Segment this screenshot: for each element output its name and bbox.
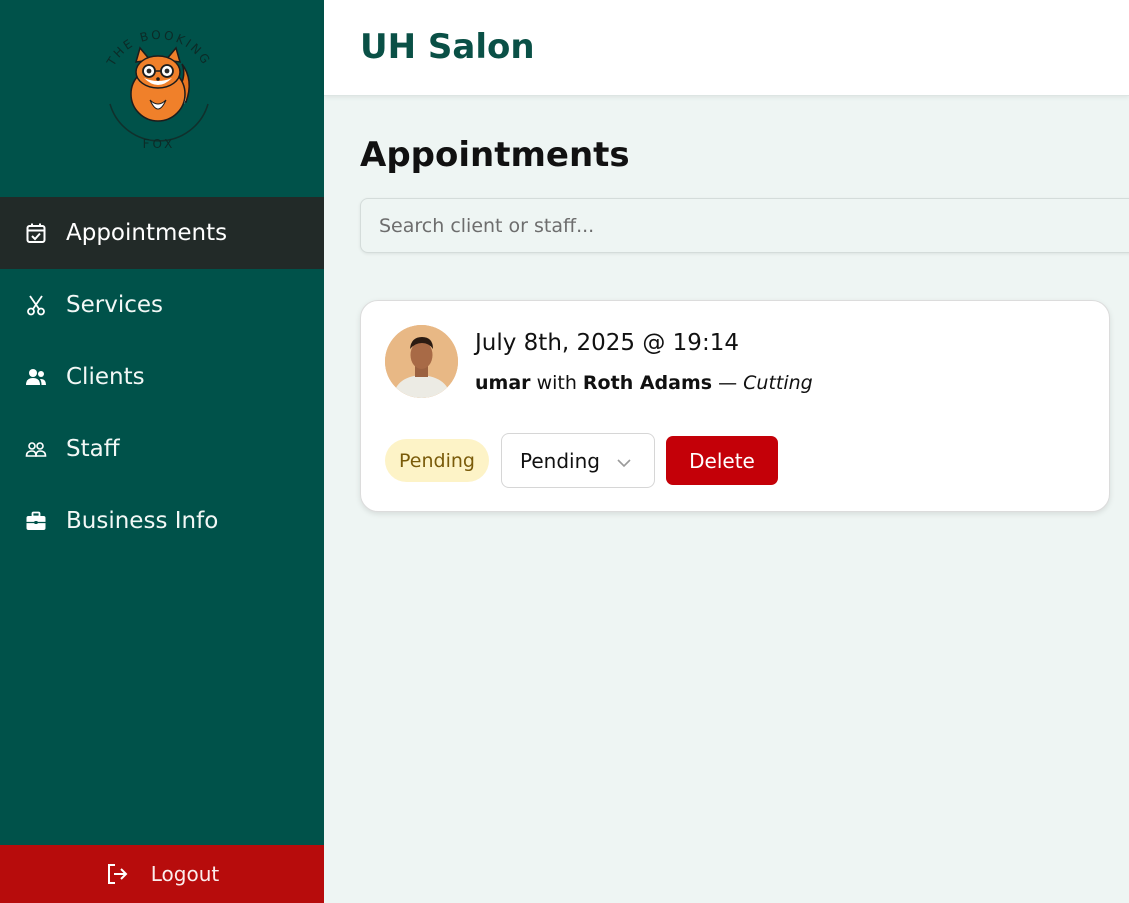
- separator: —: [718, 372, 738, 394]
- service-name: Cutting: [743, 372, 813, 394]
- client-name: umar: [475, 372, 531, 394]
- sidebar-item-services[interactable]: Services: [0, 269, 324, 341]
- sidebar-item-label: Appointments: [66, 220, 228, 246]
- calendar-check-icon: [24, 221, 48, 245]
- sidebar-item-clients[interactable]: Clients: [0, 341, 324, 413]
- sidebar-item-label: Services: [66, 292, 163, 318]
- sidebar-item-label: Staff: [66, 436, 120, 462]
- sidebar-item-appointments[interactable]: Appointments: [0, 197, 324, 269]
- search-input[interactable]: [360, 198, 1129, 253]
- sidebar-item-business-info[interactable]: Business Info: [0, 485, 324, 557]
- scissors-icon: [24, 293, 48, 317]
- status-badge: Pending: [385, 439, 489, 482]
- sidebar-item-staff[interactable]: Staff: [0, 413, 324, 485]
- salon-name: UH Salon: [360, 27, 535, 67]
- client-avatar: [385, 325, 458, 398]
- appointment-card: July 8th, 2025 @ 19:14 umar with Roth Ad…: [360, 300, 1110, 512]
- appointment-details: umar with Roth Adams — Cutting: [475, 372, 813, 394]
- staff-icon: [24, 437, 48, 461]
- booking-fox-logo[interactable]: THE BOOKING FOX: [96, 18, 222, 154]
- with-text: with: [536, 372, 577, 394]
- logout-icon: [105, 862, 129, 886]
- logout-button[interactable]: Logout: [0, 845, 324, 903]
- delete-button[interactable]: Delete: [666, 436, 778, 485]
- briefcase-icon: [24, 509, 48, 533]
- logo-bottom-text: FOX: [143, 137, 176, 151]
- staff-name: Roth Adams: [582, 372, 713, 394]
- chevron-down-icon: [616, 452, 632, 468]
- status-select-value: Pending: [520, 448, 600, 473]
- sidebar: THE BOOKING FOX Appointments Services Cl…: [0, 0, 324, 903]
- logout-label: Logout: [150, 862, 220, 886]
- appointment-datetime: July 8th, 2025 @ 19:14: [475, 330, 739, 356]
- top-bar: UH Salon: [324, 0, 1129, 96]
- sidebar-nav: Appointments Services Clients Staff Busi…: [0, 197, 324, 557]
- users-icon: [24, 365, 48, 389]
- status-select[interactable]: Pending: [501, 433, 655, 488]
- sidebar-item-label: Business Info: [66, 508, 219, 534]
- page-title: Appointments: [360, 135, 630, 175]
- sidebar-item-label: Clients: [66, 364, 145, 390]
